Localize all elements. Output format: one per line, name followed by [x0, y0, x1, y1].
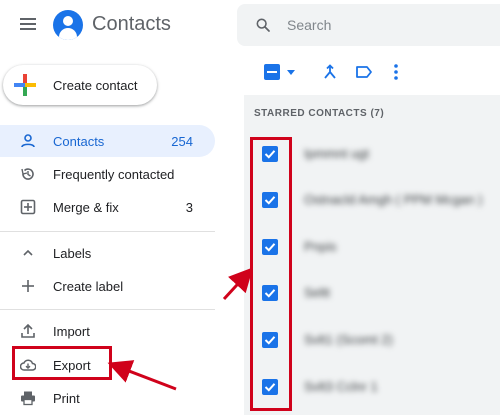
arrow-to-export [107, 360, 177, 391]
arrow-to-checkboxes [222, 267, 254, 301]
annotation-arrows [107, 267, 254, 391]
